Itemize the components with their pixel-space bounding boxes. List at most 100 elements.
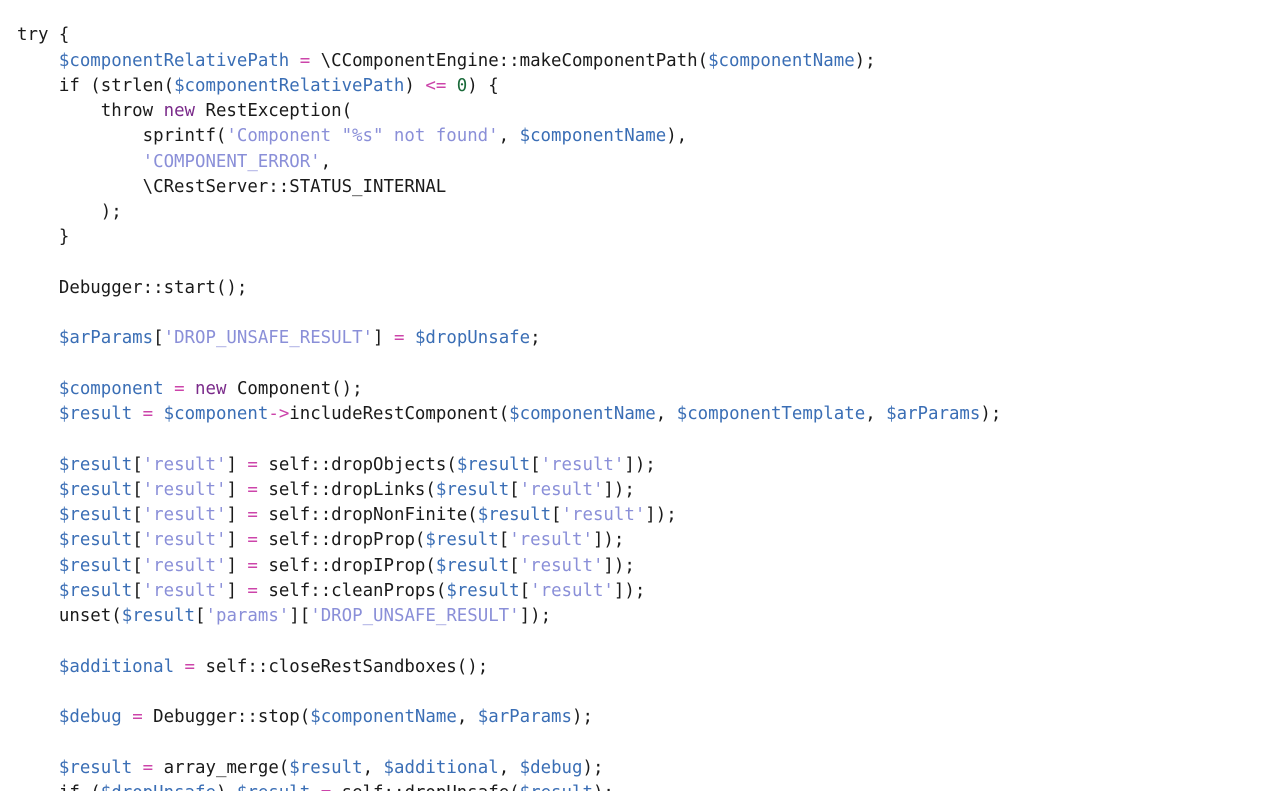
code-line: if (strlen($componentRelativePath) <= 0)…: [17, 74, 1001, 99]
code-token-plain: self::dropLinks(: [257, 479, 436, 500]
code-token-op: ->: [268, 404, 290, 425]
code-token-plain: self::dropUnsafe(: [331, 783, 520, 791]
code-token-str: 'COMPONENT_ERROR': [142, 151, 321, 172]
code-token-var: $result: [237, 783, 310, 791]
code-line: $result['result'] = self::dropLinks($res…: [17, 478, 1001, 503]
code-token-plain: ,: [456, 707, 478, 728]
code-token-op: =: [132, 707, 143, 728]
code-token-plain: ]);: [613, 580, 646, 601]
code-token-plain: [: [132, 530, 143, 551]
code-line: $result['result'] = self::dropIProp($res…: [17, 554, 1001, 579]
code-token-plain: if (strlen(: [58, 75, 175, 96]
code-token-plain: ),: [666, 126, 688, 147]
code-token-op: =: [142, 757, 154, 778]
code-token-str: 'result': [519, 479, 604, 500]
code-token-plain: [: [132, 505, 143, 526]
code-token-str: 'result': [142, 555, 227, 576]
code-token-plain: ]);: [603, 555, 635, 576]
code-token-plain: [: [132, 580, 143, 601]
code-token-plain: includeRestComponent(: [289, 404, 510, 425]
code-token-plain: ;: [530, 328, 541, 349]
code-token-plain: [: [132, 454, 143, 475]
code-token-plain: Component();: [226, 378, 363, 399]
code-token-plain: [: [530, 454, 541, 475]
code-token-num: 0: [456, 75, 468, 96]
source-code-block[interactable]: try { $componentRelativePath = \CCompone…: [17, 23, 1001, 791]
code-line: sprintf('Component "%s" not found', $com…: [17, 124, 1001, 149]
code-token-plain: array_merge(: [153, 757, 290, 778]
code-token-var: $componentName: [708, 50, 855, 71]
code-token-var: $result: [58, 479, 133, 500]
code-line: if ($dropUnsafe) $result = self::dropUns…: [17, 781, 1001, 791]
code-token-op: =: [247, 505, 258, 526]
code-token-op: =: [299, 50, 311, 71]
code-token-plain: ]);: [519, 606, 552, 627]
code-token-str: 'DROP_UNSAFE_RESULT': [163, 328, 374, 349]
code-token-str: 'DROP_UNSAFE_RESULT': [310, 606, 520, 627]
code-token-plain: self::cleanProps(: [257, 580, 447, 601]
code-token-plain: RestException(: [195, 101, 353, 122]
code-token-plain: ]);: [592, 530, 625, 551]
code-token-str: 'Component "%s" not found': [226, 126, 499, 147]
code-token-plain: self::dropProp(: [257, 530, 426, 551]
code-token-var: $result: [425, 530, 499, 551]
code-token-str: 'result': [142, 530, 227, 551]
code-token-var: $debug: [519, 757, 583, 778]
code-token-plain: self::dropIProp(: [257, 555, 436, 576]
code-token-var: $additional: [383, 757, 499, 778]
code-token-plain: ,: [498, 757, 520, 778]
code-token-var: $result: [289, 757, 363, 778]
code-token-plain: throw: [100, 101, 164, 122]
code-line: $arParams['DROP_UNSAFE_RESULT'] = $dropU…: [17, 326, 1001, 351]
code-line: $result['result'] = self::dropObjects($r…: [17, 453, 1001, 478]
code-token-plain: self::dropNonFinite(: [257, 505, 478, 526]
code-line: $result['result'] = self::cleanProps($re…: [17, 579, 1001, 604]
code-token-kw: new: [163, 101, 196, 122]
code-token-plain: ): [404, 75, 426, 96]
code-token-op: =: [174, 378, 185, 399]
code-token-var: $componentName: [509, 404, 656, 425]
code-token-op: =: [321, 783, 331, 791]
code-token-plain: if (: [59, 783, 101, 791]
code-line: try {: [17, 23, 1001, 48]
code-token-var: $arParams: [477, 707, 572, 728]
code-viewport: try { $componentRelativePath = \CCompone…: [0, 0, 1280, 791]
code-line: throw new RestException(: [17, 99, 1001, 124]
code-token-plain: );: [854, 50, 876, 71]
code-token-var: $componentName: [310, 707, 457, 728]
code-line: $componentRelativePath = \CComponentEngi…: [17, 49, 1001, 74]
code-token-plain: );: [100, 202, 122, 223]
code-token-var: $result: [58, 454, 133, 475]
code-line: \CRestServer::STATUS_INTERNAL: [17, 175, 1001, 200]
code-token-op: <=: [425, 75, 447, 96]
code-token-op: =: [247, 479, 258, 500]
code-token-plain: \CComponentEngine::makeComponentPath(: [310, 50, 709, 71]
code-token-var: $result: [520, 783, 593, 791]
code-token-plain: ][: [289, 606, 311, 627]
code-line: );: [17, 200, 1001, 225]
code-token-op: =: [247, 454, 258, 475]
code-token-plain: );: [572, 707, 593, 728]
code-token-plain: ,: [655, 404, 677, 425]
code-line: $additional = self::closeRestSandboxes()…: [17, 655, 1001, 680]
code-line: 'COMPONENT_ERROR',: [17, 150, 1001, 175]
code-token-plain: sprintf(: [142, 126, 227, 147]
code-line: $result = array_merge($result, $addition…: [17, 756, 1001, 781]
